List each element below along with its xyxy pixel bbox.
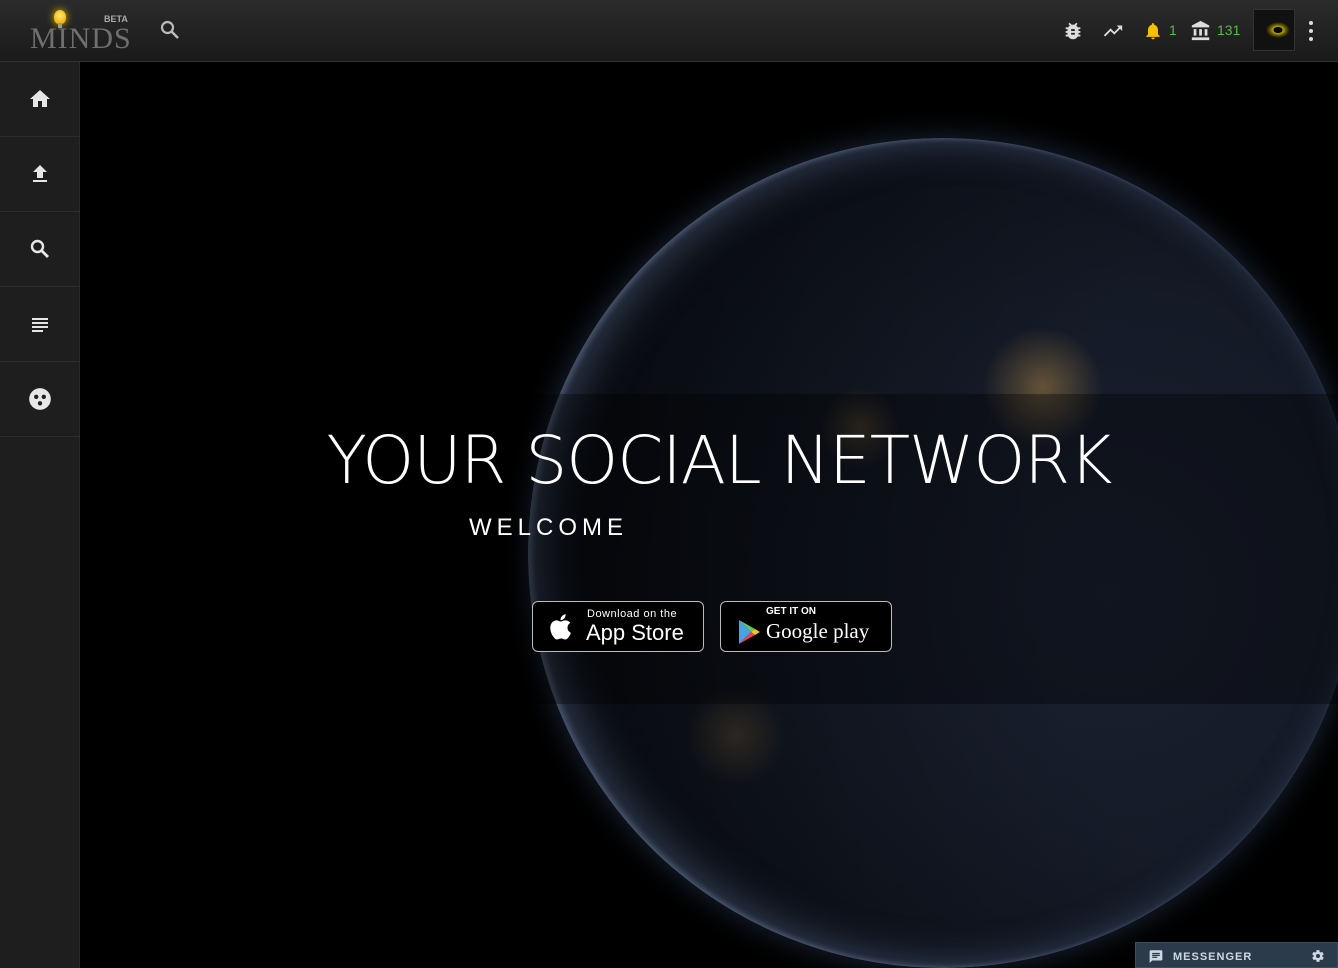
notification-count: 1 <box>1169 22 1177 38</box>
avatar[interactable] <box>1253 9 1295 51</box>
hero-title: YOUR SOCIAL NETWORK <box>326 422 1113 499</box>
top-bar: MINDS BETA 1 131 <box>0 0 1338 62</box>
app-store-button[interactable]: Download on the App Store <box>532 601 704 652</box>
google-play-small-label: GET IT ON <box>766 606 816 617</box>
logo-text: MINDS <box>30 22 132 55</box>
sidebar-item-newsfeed[interactable] <box>0 287 80 362</box>
app-store-label: App Store <box>586 620 684 645</box>
gear-icon[interactable] <box>1311 949 1325 963</box>
sidebar-item-search[interactable] <box>0 212 80 287</box>
bell-icon[interactable] <box>1143 20 1163 42</box>
trending-icon[interactable] <box>1101 20 1125 42</box>
groups-icon <box>29 388 51 410</box>
bank-icon[interactable] <box>1189 20 1213 42</box>
points-count: 131 <box>1217 22 1241 38</box>
sidebar-item-home[interactable] <box>0 62 80 137</box>
app-store-small-label: Download on the <box>587 608 678 620</box>
home-icon <box>30 90 50 107</box>
list-icon <box>32 318 48 332</box>
messenger-bar[interactable]: MESSENGER <box>1135 942 1338 968</box>
bug-icon[interactable] <box>1062 20 1084 42</box>
more-vert-icon[interactable] <box>1302 18 1320 44</box>
search-icon[interactable] <box>158 18 182 42</box>
apple-icon <box>550 614 571 640</box>
sidebar-item-upload[interactable] <box>0 137 80 212</box>
sidebar-item-groups[interactable] <box>0 362 80 437</box>
beta-badge: BETA <box>104 14 128 24</box>
google-play-icon <box>739 620 760 644</box>
hero-subtitle: WELCOME <box>469 514 629 541</box>
chat-icon <box>1149 950 1163 963</box>
hero-section: YOUR SOCIAL NETWORK WELCOME Download on … <box>80 62 1338 968</box>
search-icon <box>30 239 49 258</box>
google-play-label: Google play <box>766 619 870 643</box>
upload-icon <box>33 165 47 182</box>
google-play-button[interactable]: GET IT ON Google play <box>720 601 892 652</box>
messenger-label: MESSENGER <box>1173 951 1253 963</box>
sidebar <box>0 62 80 968</box>
minds-logo[interactable]: MINDS BETA <box>30 8 131 55</box>
